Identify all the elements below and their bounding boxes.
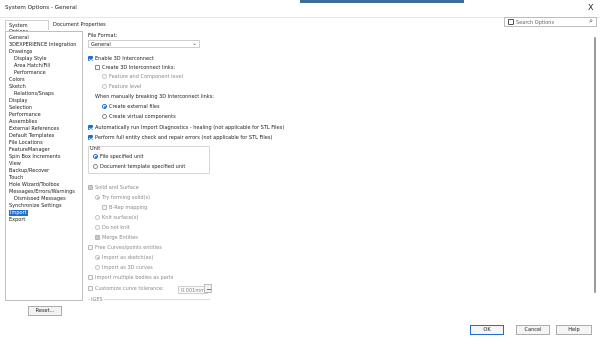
window-title: System Options - General [5,5,77,11]
tree-item-display-style[interactable]: Display Style [14,56,47,62]
tree-item-drawings[interactable]: Drawings [9,49,32,55]
help-button[interactable]: Help [556,325,592,335]
window-titlebar: System Options - General X [0,0,600,18]
options-tree[interactable]: General 3DEXPERIENCE Integration Drawing… [5,31,83,301]
tree-item-spin-box-increments[interactable]: Spin Box Increments [9,154,60,160]
auto-run-diagnostics-checkbox[interactable] [88,125,93,130]
document-template-unit-radio[interactable] [93,164,98,169]
import-as-sketch-label: Import as sketch(es) [102,254,154,261]
tolerance-minus-icon[interactable] [204,284,212,293]
feature-component-level-label: Feature and Component level [109,73,183,80]
breaking-links-label: When manually breaking 3D Interconnect l… [95,94,214,100]
import-as-3d-curves-label: Import as 3D curves [102,264,153,271]
tree-item-backup-recover[interactable]: Backup/Recover [9,168,49,174]
solid-and-surface-checkbox[interactable] [88,185,93,190]
do-not-knit-label: Do not knit [102,224,130,231]
free-curves-label: Free Curves/points entities [95,244,162,251]
file-specified-unit-label: File specified unit [100,153,144,160]
tree-item-relations-snaps[interactable]: Relations/Snaps [14,91,54,97]
cancel-button[interactable]: Cancel [516,325,550,335]
tree-item-featuremanager[interactable]: FeatureManager [9,147,50,153]
unit-group-label: Unit [90,146,101,152]
b-rep-mapping-label: B-Rep mapping [109,204,148,211]
import-options-panel: File Format: General ⌄ Enable 3D Interco… [85,31,598,303]
tree-item-performance[interactable]: Performance [9,112,41,118]
try-forming-solids-label: Try forming solid(s) [102,194,151,201]
tree-item-synchronize-settings[interactable]: Synchronize Settings [9,203,62,209]
create-external-files-label: Create external files [109,103,160,110]
tree-item-export[interactable]: Export [9,217,25,223]
merge-entities-label: Merge Entities [102,234,138,241]
tree-item-import[interactable]: Import [9,210,28,216]
tree-item-touch[interactable]: Touch [9,175,23,181]
feature-level-label: Feature level [109,83,142,90]
try-forming-solids-radio[interactable] [95,195,100,200]
create-3d-links-label: Create 3D Interconnect links: [102,64,176,71]
knit-surfaces-label: Knit surface(s) [102,214,139,221]
merge-entities-checkbox[interactable] [95,235,100,240]
search-options-icon [508,19,514,25]
search-placeholder: Search Options [516,19,555,26]
tree-item-drawings-performance[interactable]: Performance [14,70,46,76]
close-icon[interactable]: X [588,3,593,12]
file-format-value: General [91,41,111,48]
iges-group-label: IGES [90,297,104,303]
tree-item-area-hatch-fill[interactable]: Area Hatch/Fill [14,63,50,69]
document-template-unit-label: Document template specified unit [100,163,186,170]
tree-item-default-templates[interactable]: Default Templates [9,133,54,139]
tree-item-3dexperience-integration[interactable]: 3DEXPERIENCE Integration [9,42,76,48]
feature-level-radio[interactable] [102,84,107,89]
b-rep-mapping-checkbox[interactable] [102,205,107,210]
free-curves-checkbox[interactable] [88,245,93,250]
import-multiple-bodies-checkbox[interactable] [88,275,93,280]
auto-run-diagnostics-label: Automatically run Import Diagnostics - h… [95,124,285,131]
do-not-knit-radio[interactable] [95,225,100,230]
tree-item-external-references[interactable]: External References [9,126,59,132]
tree-item-selection[interactable]: Selection [9,105,32,111]
tree-item-hole-wizard-toolbox[interactable]: Hole Wizard/Toolbox [9,182,59,188]
create-virtual-components-radio[interactable] [102,114,107,119]
enable-3d-interconnect-checkbox[interactable] [88,56,93,61]
tolerance-value: 0.001mm [181,287,206,294]
tree-item-view[interactable]: View [9,161,21,167]
search-options-field[interactable]: Search Options ⌕ [504,17,597,27]
import-as-3d-curves-radio[interactable] [95,265,100,270]
import-multiple-bodies-label: Import multiple bodies as parts [95,274,174,281]
background-window-strip [300,0,464,3]
file-specified-unit-radio[interactable] [93,154,98,159]
enable-3d-interconnect-label: Enable 3D Interconnect [95,55,154,62]
tree-item-dismissed-messages[interactable]: Dismissed Messages [14,196,66,202]
tree-item-file-locations[interactable]: File Locations [9,140,43,146]
full-entity-check-label: Perform full entity check and repair err… [95,134,273,141]
search-icon[interactable]: ⌕ [589,17,593,26]
knit-surfaces-radio[interactable] [95,215,100,220]
tree-item-colors[interactable]: Colors [9,77,25,83]
tree-item-assemblies[interactable]: Assemblies [9,119,37,125]
tree-item-display[interactable]: Display [9,98,27,104]
create-3d-links-checkbox[interactable] [95,65,100,70]
customize-tolerance-checkbox[interactable] [88,286,93,291]
tab-document-properties[interactable]: Document Properties [50,20,109,30]
file-format-label: File Format: [88,33,118,39]
tree-item-messages-errors-warnings[interactable]: Messages/Errors/Warnings [9,189,75,195]
customize-tolerance-label: Customize curve tolerance: [95,285,164,292]
tab-system-options[interactable]: System Options [5,20,49,35]
unit-group [88,146,210,174]
file-format-dropdown[interactable]: General ⌄ [88,40,200,48]
tree-item-general[interactable]: General [9,35,29,41]
scrollbar-thumb[interactable] [594,37,596,293]
import-as-sketch-radio[interactable] [95,255,100,260]
content-scrollbar[interactable] [592,37,597,301]
iges-group-divider [88,299,210,300]
solid-and-surface-label: Solid and Surface [95,184,139,191]
ok-button[interactable]: OK [470,325,504,335]
create-virtual-components-label: Create virtual components [109,113,176,120]
chevron-down-icon: ⌄ [191,40,197,47]
reset-button[interactable]: Reset... [28,306,62,316]
feature-component-level-radio[interactable] [102,74,107,79]
full-entity-check-checkbox[interactable] [88,135,93,140]
tree-item-sketch[interactable]: Sketch [9,84,26,90]
create-external-files-radio[interactable] [102,104,107,109]
